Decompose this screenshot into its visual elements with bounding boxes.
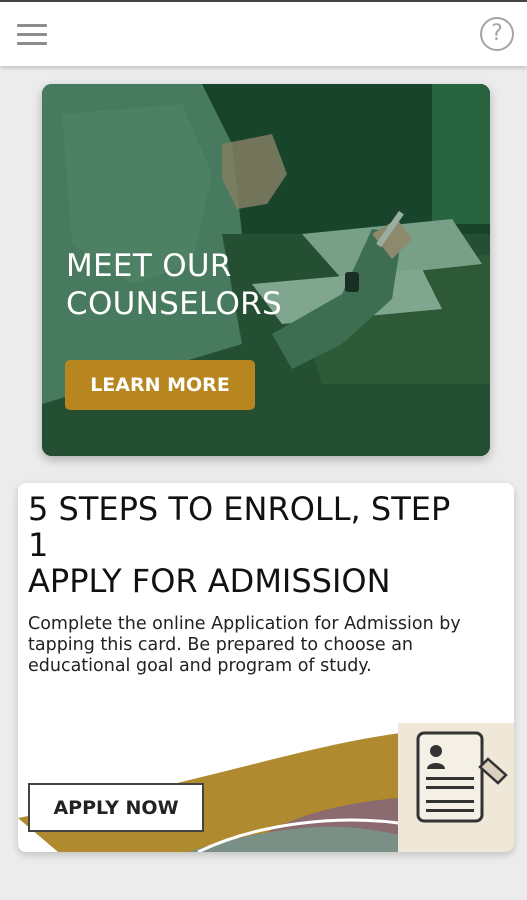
hero-title-line-2: COUNSELORS — [66, 286, 282, 322]
hero-title: MEET OUR COUNSELORS — [66, 247, 282, 323]
top-app-bar: ? — [0, 0, 527, 66]
hamburger-menu-icon[interactable] — [17, 24, 47, 46]
card-description: Complete the online Application for Admi… — [28, 614, 461, 676]
card-title-line-3: APPLY FOR ADMISSION — [28, 562, 391, 600]
learn-more-button[interactable]: LEARN MORE — [65, 360, 255, 410]
meet-counselors-banner[interactable]: MEET OUR COUNSELORS LEARN MORE — [42, 84, 490, 456]
card-title-line-2: 1 — [28, 526, 49, 564]
hero-title-line-1: MEET OUR — [66, 248, 232, 284]
apply-now-button[interactable]: APPLY NOW — [28, 783, 204, 832]
card-title-line-1: 5 STEPS TO ENROLL, STEP — [28, 490, 451, 528]
help-icon[interactable]: ? — [480, 17, 514, 51]
enroll-step-card[interactable]: 5 STEPS TO ENROLL, STEP 1 APPLY FOR ADMI… — [18, 483, 514, 852]
card-title: 5 STEPS TO ENROLL, STEP 1 APPLY FOR ADMI… — [28, 491, 508, 599]
